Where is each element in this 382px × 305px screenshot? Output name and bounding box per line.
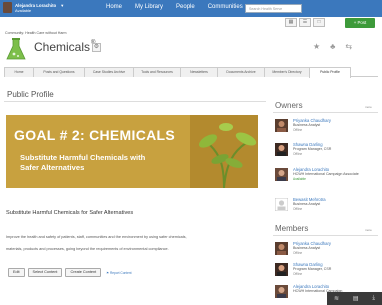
favorite-icon[interactable]: ♣ [330, 42, 335, 51]
status-badge: Offline [293, 151, 303, 156]
banner-goal: GOAL # 2: CHEMICALS [14, 127, 176, 143]
section-title: Public Profile [7, 90, 54, 99]
avatar [275, 242, 288, 255]
fullscreen-icon[interactable]: □ [313, 18, 325, 27]
edit-button[interactable]: Edit [8, 268, 25, 277]
tab-newsletters[interactable]: Newsletters [180, 67, 218, 77]
floating-toolbar: ≋ ▤ ⤓ [327, 292, 382, 305]
divider [273, 112, 378, 113]
tab-members-directory[interactable]: Member's Directory [264, 67, 310, 77]
avatar [275, 198, 288, 211]
status-badge: Available [293, 176, 306, 181]
grid-icon[interactable]: ▤ [353, 295, 359, 302]
download-icon[interactable]: ⤓ [372, 295, 375, 302]
chevron-down-icon[interactable]: ▼ [60, 3, 64, 8]
tab-posts-and-questions[interactable]: Posts and Questions [33, 67, 85, 77]
avatar [3, 2, 12, 13]
avatar [275, 263, 288, 276]
status-badge: Offline [293, 206, 303, 211]
post-button[interactable]: + Post [345, 18, 375, 28]
goal-banner: GOAL # 2: CHEMICALS Substitute Harmful C… [6, 115, 258, 188]
nav-home[interactable]: Home [106, 4, 122, 10]
tab-case-studies-archive[interactable]: Case Studies Archive [84, 67, 134, 77]
status-badge: Offline [293, 127, 303, 132]
tab-tools-and-resources[interactable]: Tools and Resources [133, 67, 181, 77]
user-status: Available [15, 7, 32, 13]
star-icon[interactable]: ★ [313, 42, 320, 51]
profile-actions: Edit Select Content Create Content ⚑ Rep… [8, 268, 132, 277]
profile-subtitle: Substitute Harmful Chemicals for Safer A… [6, 210, 134, 216]
nav-communities[interactable]: Communities [208, 4, 243, 10]
search-input[interactable]: Search Health Serve [245, 4, 302, 13]
tab-documents-archive[interactable]: Documents Archive [217, 67, 265, 77]
list-item[interactable]: Shawna Darling Program Manager, CSR Offl… [275, 142, 331, 156]
divider [273, 235, 378, 236]
nav-my-library[interactable]: My Library [135, 4, 163, 10]
tab-bar: Home Posts and Questions Case Studies Ar… [4, 67, 378, 78]
status-badge: Offline [293, 250, 303, 255]
page-title: Chemicals® [34, 40, 95, 54]
members-title: Members [275, 224, 309, 233]
top-navigation-bar: Alejandra Lorachito Available ▼ Home My … [0, 0, 382, 17]
avatar [275, 285, 288, 298]
owners-title: Owners [275, 101, 303, 110]
flask-icon [6, 38, 26, 60]
header-actions: ★ ♣ ⇆ [313, 42, 352, 51]
list-item[interactable]: Priyanka Chaudhary Business Analyst Offl… [275, 118, 331, 132]
nav-people[interactable]: People [176, 4, 195, 10]
tab-public-profile[interactable]: Public Profile [309, 67, 351, 78]
user-name: Alejandra Lorachito [15, 2, 57, 8]
breadcrumb[interactable]: Community: Health Care without Harm [5, 31, 67, 35]
list-item[interactable]: Alejandra Lorachito HCWH International C… [275, 167, 363, 181]
avatar [275, 119, 288, 132]
plant-image [190, 115, 258, 188]
avatar [275, 168, 288, 181]
tab-home[interactable]: Home [4, 67, 34, 77]
create-content-button[interactable]: Create Content [65, 268, 102, 277]
grid-icon[interactable]: ▦ [285, 18, 297, 27]
members-more-link[interactable]: more [365, 228, 372, 232]
share-icon[interactable]: ⇆ [345, 42, 352, 51]
owners-more-link[interactable]: more [365, 105, 372, 109]
select-content-button[interactable]: Select Content [27, 268, 63, 277]
list-icon[interactable]: ☰ [299, 18, 311, 27]
status-badge: Offline [293, 271, 303, 276]
gear-icon[interactable]: ⚙ [92, 43, 101, 52]
list-item[interactable]: Shawna Darling Program Manager, CSR Offl… [275, 262, 331, 276]
divider [4, 101, 266, 102]
main-nav: Home My Library People Communities [106, 4, 243, 10]
avatar [275, 143, 288, 156]
list-item[interactable]: Bewasit Mehrotra Business Analyst Offlin… [275, 197, 326, 211]
profile-description: Improve the health and safety of patient… [6, 235, 187, 251]
banner-subtitle: Substitute Harmful Chemicals with Safer … [20, 153, 146, 172]
user-menu[interactable]: Alejandra Lorachito Available ▼ [3, 2, 64, 13]
list-item[interactable]: Priyanka Chaudhary Business Analyst Offl… [275, 241, 331, 255]
report-content-link[interactable]: ⚑ Report Content [106, 271, 131, 275]
view-toolbar: ▦ ☰ □ [285, 18, 325, 27]
minimize-icon[interactable]: ≋ [334, 295, 339, 302]
